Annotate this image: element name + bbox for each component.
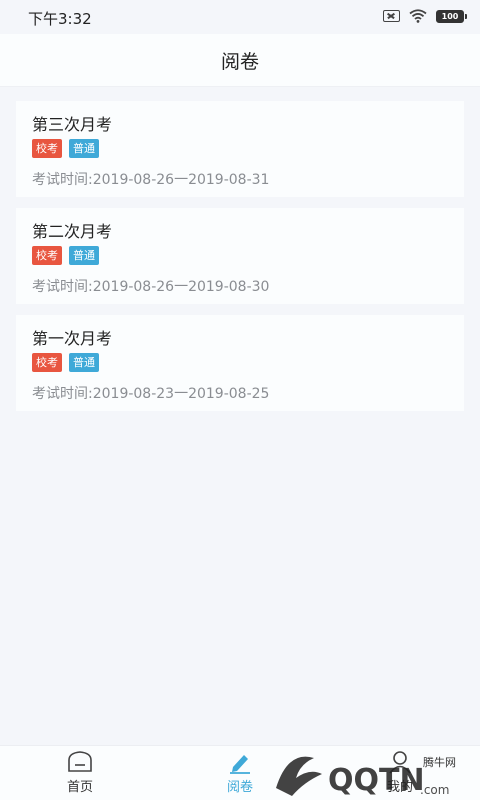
battery-level: 100 xyxy=(437,10,463,22)
exam-title: 第三次月考 xyxy=(32,115,113,134)
tag-school-exam: 校考 xyxy=(32,139,62,158)
status-time: 下午3:32 xyxy=(28,10,92,28)
svg-text:.com: .com xyxy=(420,783,449,797)
exam-title: 第二次月考 xyxy=(32,222,113,241)
nav-label-home: 首页 xyxy=(66,780,93,795)
tag-normal: 普通 xyxy=(69,139,99,158)
svg-text:QQTN: QQTN xyxy=(328,763,425,798)
page-title: 阅卷 xyxy=(220,50,259,73)
status-bar: 下午3:32 100 xyxy=(0,0,480,34)
status-icons: 100 xyxy=(383,9,467,23)
watermark-site-name: 腾牛网 xyxy=(423,756,456,769)
pencil-icon xyxy=(230,755,250,774)
tag-normal: 普通 xyxy=(69,353,99,372)
exam-tags: 校考 普通 xyxy=(32,139,448,158)
wifi-icon xyxy=(409,9,427,23)
tag-school-exam: 校考 xyxy=(32,246,62,265)
tag-school-exam: 校考 xyxy=(32,353,62,372)
battery-icon: 100 xyxy=(436,9,467,23)
exam-title: 第一次月考 xyxy=(32,329,113,348)
watermark-logo: QQTN .com xyxy=(276,756,449,798)
exam-list: 第三次月考 校考 普通 考试时间:2019-08-26一2019-08-31 第… xyxy=(16,101,464,422)
exam-card[interactable]: 第一次月考 校考 普通 考试时间:2019-08-23一2019-08-25 xyxy=(16,315,464,411)
exam-time: 考试时间:2019-08-23一2019-08-25 xyxy=(32,386,270,402)
exam-tags: 校考 普通 xyxy=(32,353,448,372)
exam-card[interactable]: 第三次月考 校考 普通 考试时间:2019-08-26一2019-08-31 xyxy=(16,101,464,197)
exam-time: 考试时间:2019-08-26一2019-08-31 xyxy=(32,172,270,188)
exam-tags: 校考 普通 xyxy=(32,246,448,265)
nav-label-marking: 阅卷 xyxy=(226,780,253,795)
exam-card[interactable]: 第二次月考 校考 普通 考试时间:2019-08-26一2019-08-30 xyxy=(16,208,464,304)
exam-time: 考试时间:2019-08-26一2019-08-30 xyxy=(32,279,270,295)
tag-normal: 普通 xyxy=(69,246,99,265)
nav-item-marking[interactable]: 阅卷 xyxy=(210,750,270,795)
nav-item-home[interactable]: 首页 xyxy=(50,750,110,795)
no-sim-icon xyxy=(383,10,400,22)
header: 阅卷 xyxy=(0,34,480,87)
home-icon xyxy=(68,751,92,772)
